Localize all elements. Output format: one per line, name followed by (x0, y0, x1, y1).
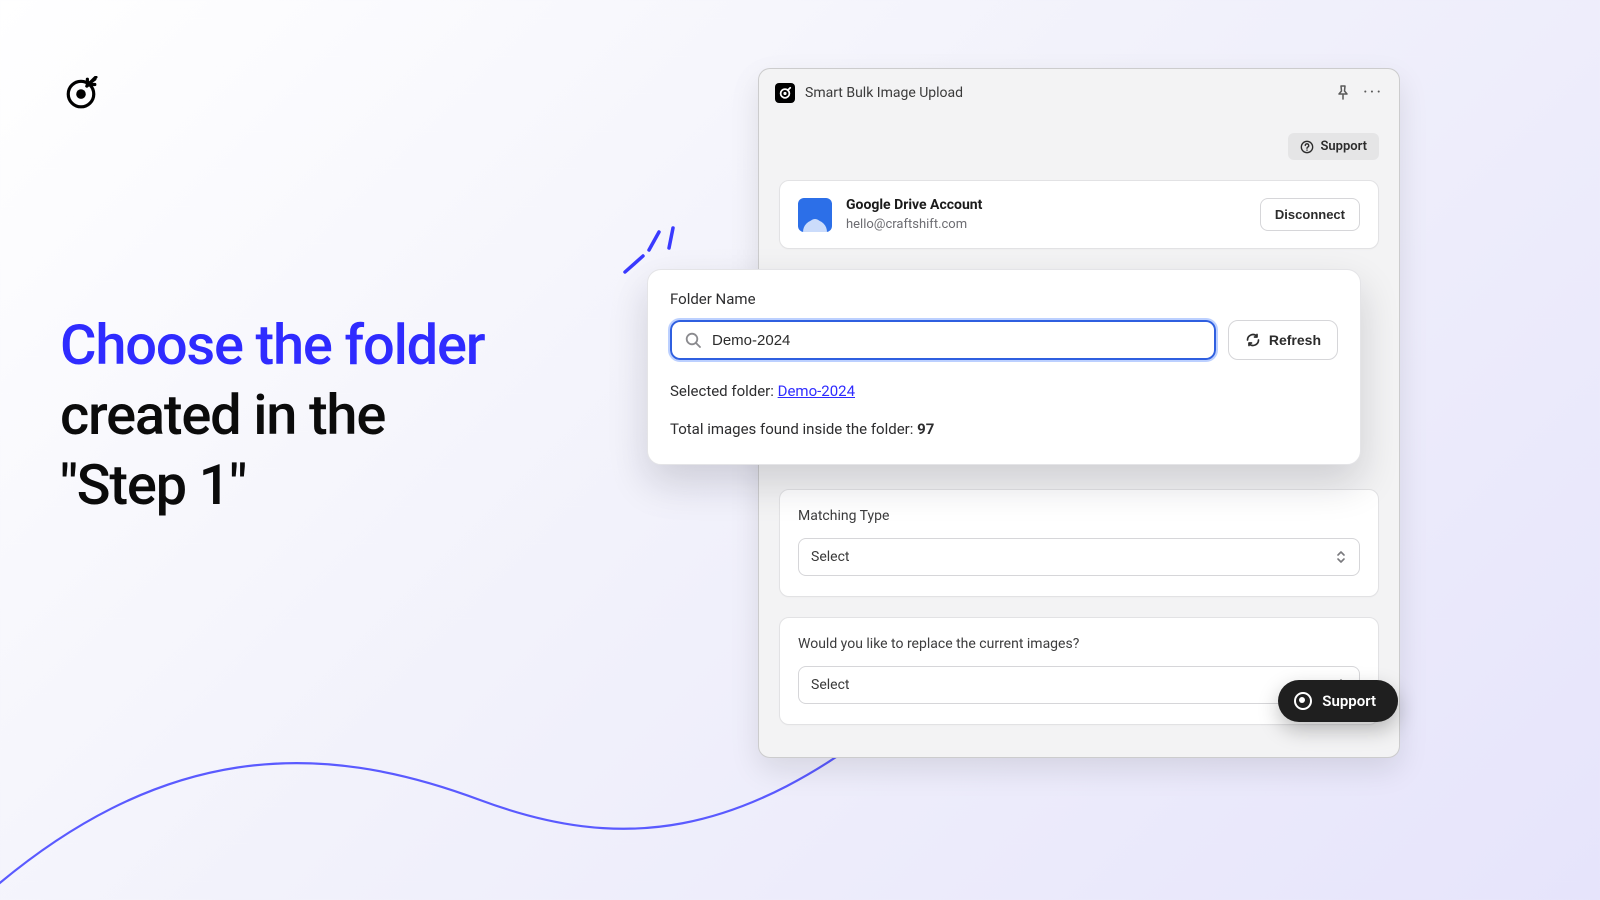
total-images-count: 97 (917, 420, 934, 438)
app-title: Smart Bulk Image Upload (805, 85, 963, 101)
refresh-icon (1245, 332, 1261, 348)
total-images-line: Total images found inside the folder: 97 (670, 420, 1338, 438)
account-email: hello@craftshift.com (846, 217, 982, 232)
selected-folder-prefix: Selected folder: (670, 382, 778, 400)
chat-bubble-icon (1294, 692, 1312, 710)
matching-type-value: Select (811, 549, 849, 565)
chevron-updown-icon (1335, 549, 1347, 565)
matching-type-label: Matching Type (798, 508, 1360, 524)
headline-accent: Choose the folder (60, 312, 484, 378)
more-icon[interactable]: ··· (1363, 83, 1383, 103)
support-float-label: Support (1322, 692, 1376, 710)
help-icon (1300, 140, 1314, 154)
avatar (798, 198, 832, 232)
account-card: Google Drive Account hello@craftshift.co… (779, 180, 1379, 249)
selected-folder-link[interactable]: Demo-2024 (778, 382, 855, 400)
search-icon (684, 331, 702, 349)
headline: Choose the folder created in the "Step 1… (60, 310, 620, 520)
app-logo-icon (775, 83, 795, 103)
replace-images-label: Would you like to replace the current im… (798, 636, 1360, 652)
folder-name-label: Folder Name (670, 290, 1338, 308)
support-chip-label: Support (1320, 139, 1367, 154)
disconnect-button[interactable]: Disconnect (1260, 198, 1360, 231)
support-bar: Support (759, 117, 1399, 160)
headline-rest-1: created in the (60, 382, 385, 448)
refresh-label: Refresh (1269, 332, 1321, 348)
support-chip[interactable]: Support (1288, 133, 1379, 160)
folder-search-field[interactable] (670, 320, 1216, 360)
support-float-button[interactable]: Support (1278, 680, 1398, 722)
account-name: Google Drive Account (846, 197, 982, 213)
pin-icon[interactable] (1333, 83, 1353, 103)
brand-logo (64, 76, 98, 110)
folder-search-input[interactable] (712, 322, 1202, 358)
app-window: Smart Bulk Image Upload ··· Support Goog… (758, 68, 1400, 758)
replace-images-value: Select (811, 677, 849, 693)
headline-rest-2: "Step 1" (60, 452, 246, 518)
app-header: Smart Bulk Image Upload ··· (759, 69, 1399, 117)
refresh-button[interactable]: Refresh (1228, 320, 1338, 360)
total-images-prefix: Total images found inside the folder: (670, 420, 917, 438)
matching-type-select[interactable]: Select (798, 538, 1360, 576)
folder-card: Folder Name Refresh Selected folder: Dem… (647, 269, 1361, 465)
replace-images-select[interactable]: Select (798, 666, 1360, 704)
matching-type-card: Matching Type Select (779, 489, 1379, 597)
selected-folder-line: Selected folder: Demo-2024 (670, 382, 1338, 400)
